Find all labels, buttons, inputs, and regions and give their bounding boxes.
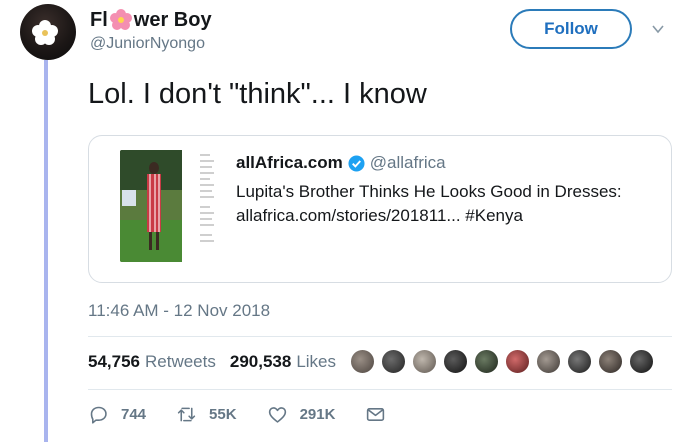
tweet-actions: 744 55K 291K bbox=[88, 404, 428, 425]
flower-icon bbox=[109, 9, 132, 30]
retweet-icon bbox=[177, 407, 196, 422]
liker-avatar[interactable] bbox=[380, 348, 407, 375]
tweet-stats: 54,756 Retweets 290,538 Likes bbox=[88, 352, 350, 372]
flower-icon bbox=[32, 20, 58, 45]
tweet-text: Lol. I don't "think"... I know bbox=[88, 78, 427, 110]
retweet-count: 55K bbox=[209, 406, 237, 423]
quoted-tweet-line-1: Lupita's Brother Thinks He Looks Good in… bbox=[236, 182, 622, 201]
user-handle[interactable]: @JuniorNyongo bbox=[90, 35, 205, 53]
divider bbox=[88, 389, 672, 390]
verified-badge-icon bbox=[348, 154, 365, 172]
quoted-author-handle: @allafrica bbox=[369, 153, 446, 172]
quoted-author[interactable]: allAfrica.com @allafrica bbox=[236, 153, 446, 173]
display-name-suffix: wer Boy bbox=[133, 8, 212, 31]
quoted-tweet-text: Lupita's Brother Thinks He Looks Good in… bbox=[236, 180, 656, 228]
liker-avatar[interactable] bbox=[473, 348, 500, 375]
follow-button[interactable]: Follow bbox=[510, 9, 632, 49]
retweets-count[interactable]: 54,756 bbox=[88, 352, 140, 372]
likes-label[interactable]: Likes bbox=[296, 352, 336, 372]
thread-line bbox=[44, 60, 48, 442]
quoted-author-name: allAfrica.com bbox=[236, 153, 343, 172]
quoted-tweet-image bbox=[120, 150, 222, 262]
liker-avatar[interactable] bbox=[566, 348, 593, 375]
like-button[interactable]: 291K bbox=[267, 404, 336, 425]
display-name-prefix: Fl bbox=[90, 8, 108, 31]
chevron-down-icon[interactable] bbox=[651, 22, 665, 36]
avatar[interactable] bbox=[20, 4, 76, 60]
quoted-tweet-line-2[interactable]: allafrica.com/stories/201811... #Kenya bbox=[236, 204, 656, 228]
share-mail-icon bbox=[367, 408, 385, 421]
liker-avatar[interactable] bbox=[504, 348, 531, 375]
like-icon bbox=[268, 407, 286, 423]
tweet-timestamp[interactable]: 11:46 AM - 12 Nov 2018 bbox=[88, 301, 270, 321]
display-name[interactable]: Fl wer Boy bbox=[90, 8, 212, 32]
liker-avatar[interactable] bbox=[411, 348, 438, 375]
retweets-label[interactable]: Retweets bbox=[145, 352, 216, 372]
liker-avatar[interactable] bbox=[535, 348, 562, 375]
reply-count: 744 bbox=[121, 406, 147, 423]
like-count: 291K bbox=[299, 406, 336, 423]
divider bbox=[88, 336, 672, 337]
likes-count[interactable]: 290,538 bbox=[230, 352, 291, 372]
liker-avatar[interactable] bbox=[628, 348, 655, 375]
share-button[interactable] bbox=[365, 404, 398, 425]
reply-button[interactable]: 744 bbox=[88, 404, 146, 425]
liker-avatar[interactable] bbox=[597, 348, 624, 375]
liker-avatar[interactable] bbox=[349, 348, 376, 375]
retweet-button[interactable]: 55K bbox=[176, 404, 237, 425]
reply-icon bbox=[90, 406, 107, 424]
quoted-tweet-card[interactable]: allAfrica.com @allafrica Lupita's Brothe… bbox=[88, 135, 672, 283]
liker-avatar[interactable] bbox=[442, 348, 469, 375]
